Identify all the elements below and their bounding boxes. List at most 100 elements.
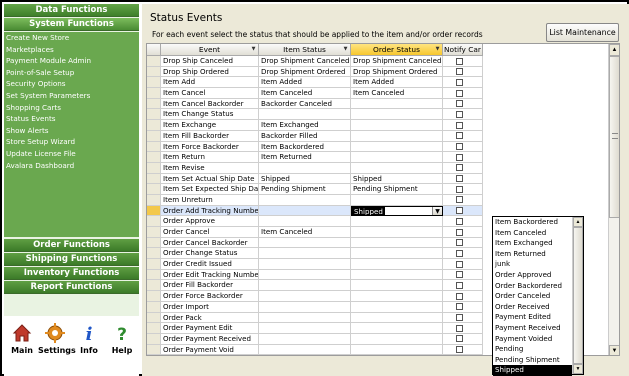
notify-checkbox[interactable]	[456, 324, 463, 332]
table-row[interactable]: Item Cancel Backorder Backorder Canceled	[147, 98, 483, 110]
dropdown-scrollbar[interactable]: ▲ ▼	[572, 217, 583, 374]
cell-order-status[interactable]: Item Canceled	[351, 88, 443, 99]
table-row[interactable]: Item Exchange Item Exchanged	[147, 120, 483, 131]
cell-event[interactable]: Item Revise	[161, 162, 259, 174]
table-row[interactable]: Order Payment Received	[147, 333, 483, 345]
cell-item-status[interactable]: Backorder Filled	[259, 130, 351, 142]
row-selector[interactable]	[147, 56, 161, 67]
table-row[interactable]: Item Fill Backorder Backorder Filled	[147, 130, 483, 142]
table-row[interactable]: Item Set Expected Ship Date Pending Shipm…	[147, 184, 483, 195]
cell-item-status[interactable]: Backorder Canceled	[259, 98, 351, 110]
dropdown-option[interactable]: Item Returned	[493, 249, 572, 260]
table-row[interactable]: Order Cancel Backorder	[147, 237, 483, 249]
cell-item-status[interactable]	[259, 248, 351, 260]
dropdown-option[interactable]: Order Received	[493, 302, 572, 313]
notify-checkbox[interactable]	[456, 260, 463, 268]
notify-checkbox[interactable]	[456, 228, 463, 236]
filter-icon[interactable]: ▼	[435, 47, 440, 52]
cell-event[interactable]: Order Add Tracking Number	[161, 205, 259, 217]
notify-checkbox[interactable]	[456, 57, 463, 65]
sidebar-item-status-events[interactable]: Status Events	[4, 113, 139, 125]
dropdown-option[interactable]: Item Backordered	[493, 217, 572, 228]
cell-item-status[interactable]: Drop Shipment Ordered	[259, 66, 351, 78]
dropdown-option[interactable]: Order Canceled	[493, 291, 572, 302]
row-selector[interactable]	[147, 333, 161, 345]
notify-checkbox[interactable]	[456, 121, 463, 129]
cell-event[interactable]: Item Unreturn	[161, 194, 259, 206]
cell-event[interactable]: Order Force Backorder	[161, 291, 259, 302]
cell-order-status[interactable]	[351, 194, 443, 206]
cell-item-status[interactable]	[259, 280, 351, 292]
cell-order-status[interactable]	[351, 162, 443, 174]
dropdown-option[interactable]: Shipped	[493, 365, 572, 376]
cell-order-status[interactable]	[351, 291, 443, 302]
cell-item-status[interactable]	[259, 323, 351, 334]
grid-vertical-scrollbar[interactable]: ▲ ▼	[608, 44, 619, 355]
row-selector[interactable]	[147, 205, 161, 217]
row-selector[interactable]	[147, 269, 161, 281]
help-button[interactable]: ? Help	[105, 320, 139, 370]
dropdown-option[interactable]: Item Exchanged	[493, 238, 572, 249]
cell-item-status[interactable]	[259, 162, 351, 174]
row-selector[interactable]	[147, 194, 161, 206]
cell-event[interactable]: Order Cancel Backorder	[161, 237, 259, 249]
cell-event[interactable]: Item Exchange	[161, 120, 259, 131]
cell-order-status[interactable]	[351, 312, 443, 324]
cell-order-status[interactable]	[351, 248, 443, 260]
cell-event[interactable]: Order Payment Edit	[161, 323, 259, 334]
cell-order-status[interactable]	[351, 130, 443, 142]
table-row[interactable]: Order Import	[147, 301, 483, 313]
row-selector[interactable]	[147, 216, 161, 227]
cell-order-status[interactable]	[351, 301, 443, 313]
cell-order-status[interactable]	[351, 120, 443, 131]
row-selector[interactable]	[147, 98, 161, 110]
notify-checkbox[interactable]	[456, 271, 463, 279]
scroll-up-icon[interactable]: ▲	[609, 44, 619, 56]
settings-button[interactable]: Settings	[38, 320, 76, 370]
row-selector[interactable]	[147, 130, 161, 142]
cell-event[interactable]: Order Fill Backorder	[161, 280, 259, 292]
notify-checkbox[interactable]	[456, 314, 463, 321]
dropdown-option[interactable]: Pending	[493, 344, 572, 355]
row-selector[interactable]	[147, 248, 161, 260]
notify-checkbox[interactable]	[456, 143, 463, 150]
cell-item-status[interactable]	[259, 194, 351, 206]
cell-order-status[interactable]	[351, 344, 443, 355]
scroll-up-icon[interactable]: ▲	[573, 217, 583, 227]
cell-order-status[interactable]	[351, 269, 443, 281]
scroll-thumb[interactable]	[573, 227, 583, 364]
row-selector[interactable]	[147, 77, 161, 89]
filter-icon[interactable]: ▼	[251, 47, 256, 52]
sidebar-item-point-of-sale-setup[interactable]: Point-of-Sale Setup	[4, 67, 139, 79]
cell-item-status[interactable]	[259, 333, 351, 345]
table-row[interactable]: Order Approve	[147, 216, 483, 227]
table-row[interactable]: Order Edit Tracking Number	[147, 269, 483, 281]
scroll-thumb[interactable]	[609, 56, 619, 218]
row-selector[interactable]	[147, 323, 161, 334]
sidebar-item-show-alerts[interactable]: Show Alerts	[4, 125, 139, 137]
dropdown-option[interactable]: Item Canceled	[493, 228, 572, 239]
cell-item-status[interactable]	[259, 344, 351, 355]
cell-event[interactable]: Order Payment Received	[161, 333, 259, 345]
notify-checkbox[interactable]	[456, 217, 463, 225]
cell-event[interactable]: Order Edit Tracking Number	[161, 269, 259, 281]
cell-event[interactable]: Item Add	[161, 77, 259, 89]
filter-icon[interactable]: ▼	[343, 47, 348, 52]
notify-checkbox[interactable]	[456, 335, 463, 343]
notify-checkbox[interactable]	[456, 281, 463, 289]
notify-checkbox[interactable]	[456, 239, 463, 247]
cell-event[interactable]: Item Change Status	[161, 109, 259, 121]
row-selector[interactable]	[147, 152, 161, 163]
table-row[interactable]: Order Force Backorder	[147, 291, 483, 302]
column-header-event[interactable]: Event ▼	[161, 44, 259, 56]
row-selector[interactable]	[147, 312, 161, 324]
cell-item-status[interactable]	[259, 216, 351, 227]
cell-item-status[interactable]	[259, 312, 351, 324]
notify-checkbox[interactable]	[456, 303, 463, 311]
cell-event[interactable]: Item Set Actual Ship Date	[161, 173, 259, 185]
sidebar-item-payment-module-admin[interactable]: Payment Module Admin	[4, 55, 139, 67]
cell-item-status[interactable]: Item Returned	[259, 152, 351, 163]
cell-order-status[interactable]	[351, 152, 443, 163]
column-header-item-status[interactable]: Item Status ▼	[259, 44, 351, 56]
cell-order-status[interactable]	[351, 333, 443, 345]
